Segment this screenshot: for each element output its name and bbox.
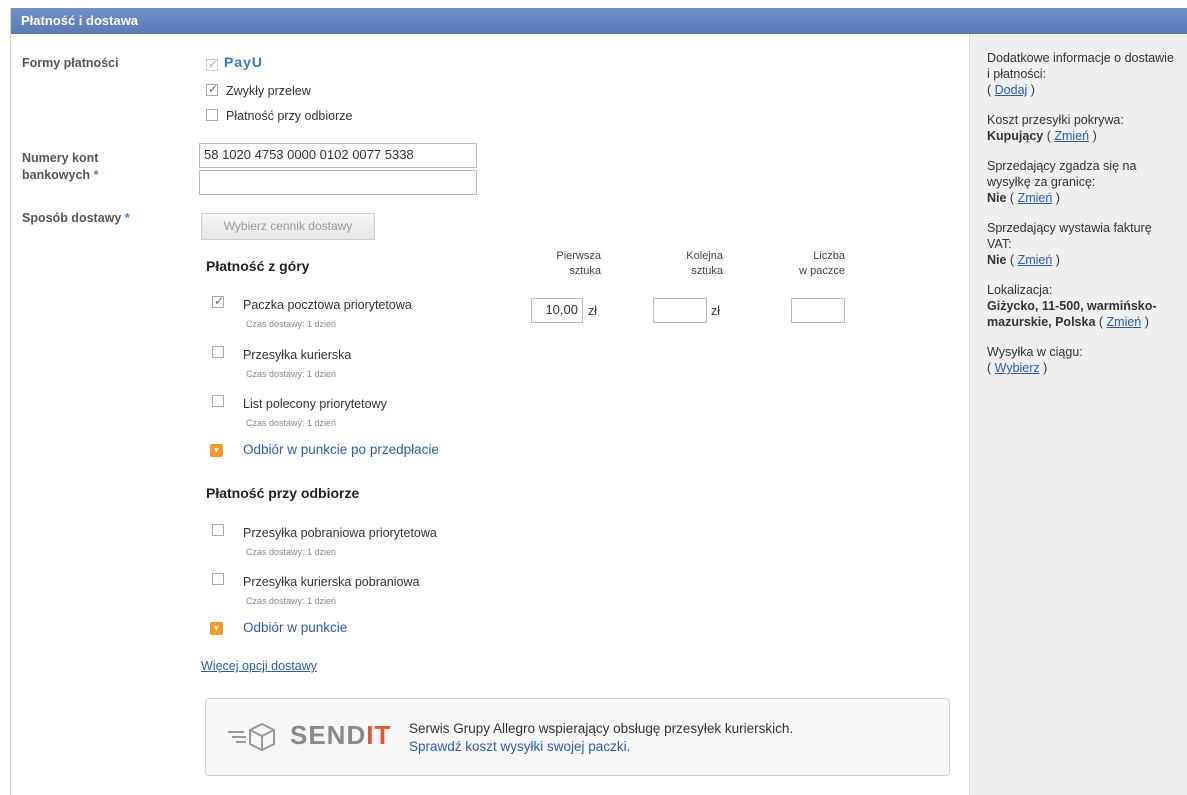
cod-courier-label: Przesyłka kurierska pobraniowa — [243, 575, 420, 589]
change-cost-link[interactable]: Zmień — [1054, 129, 1089, 143]
abroad-label: Sprzedający zgadza się na wysyłkę za gra… — [987, 159, 1137, 189]
cost-value: Kupujący — [987, 129, 1044, 143]
priority-parcel-time: Czas dostawy: 1 dzień — [246, 319, 337, 329]
bank-transfer-checkbox[interactable] — [206, 82, 218, 96]
payu-checkbox — [206, 57, 218, 71]
abroad-value: Nie — [987, 191, 1007, 205]
required-star: * — [124, 211, 130, 225]
bank-account-input-2[interactable] — [199, 170, 477, 195]
more-delivery-options-link[interactable]: Więcej opcji dostawy — [201, 659, 317, 673]
cod-priority-label: Przesyłka pobraniowa priorytetowa — [243, 526, 437, 540]
payu-logo: PayU — [224, 54, 264, 70]
delivery-method-label-text: Sposób dostawy — [22, 211, 122, 225]
col-first-item: Pierwsza sztuka — [531, 249, 601, 279]
payment-forms-label: Formy płatności — [22, 56, 119, 70]
expand-arrow-icon[interactable]: ▾ — [210, 622, 223, 635]
registered-letter-checkbox[interactable] — [212, 395, 224, 407]
sendit-logo: SENDIT — [290, 720, 392, 750]
location-label: Lokalizacja: — [987, 283, 1053, 297]
priority-parcel-checkbox[interactable] — [212, 294, 224, 308]
cash-on-delivery-label: Płatność przy odbiorze — [226, 109, 353, 123]
next-item-currency: zł — [711, 304, 721, 318]
extra-info-label: Dodatkowe informacje o dostawie i płatno… — [987, 51, 1174, 81]
registered-letter-time: Czas dostawy: 1 dzień — [246, 418, 337, 428]
col-next-item-l1: Kolejna — [686, 250, 723, 262]
choose-price-list-button[interactable]: Wybierz cennik dostawy — [201, 213, 375, 240]
col-first-item-l1: Pierwsza — [556, 250, 601, 262]
cod-courier-time: Czas dostawy: 1 dzień — [246, 596, 337, 606]
payment-delivery-panel: Płatność i dostawa Formy płatności PayU … — [10, 8, 1187, 795]
location-block: Lokalizacja: Giżycko, 11-500, warmińsko-… — [987, 282, 1178, 330]
cod-priority-checkbox[interactable] — [212, 524, 224, 536]
cod-section-heading: Płatność przy odbiorze — [206, 485, 360, 501]
bank-transfer-label: Zwykły przelew — [226, 84, 311, 98]
extra-info-block: Dodatkowe informacje o dostawie i płatno… — [987, 50, 1178, 98]
cod-pickup-link[interactable]: Odbiór w punkcie — [243, 620, 347, 635]
change-location-link[interactable]: Zmień — [1107, 315, 1142, 329]
bank-accounts-label: Numery kont bankowych * — [22, 150, 98, 184]
col-package-count-l2: w paczce — [799, 265, 845, 277]
col-package-count-l1: Liczba — [813, 250, 845, 262]
change-vat-link[interactable]: Zmień — [1018, 253, 1053, 267]
prepaid-section-heading: Płatność z góry — [206, 258, 310, 274]
package-count-input[interactable] — [791, 298, 845, 323]
prepaid-pickup-link[interactable]: Odbiór w punkcie po przedpłacie — [243, 442, 439, 457]
courier-label: Przesyłka kurierska — [243, 348, 352, 362]
col-package-count: Liczba w paczce — [775, 249, 845, 279]
bank-accounts-label-line2: bankowych — [22, 168, 91, 182]
sendit-description: Serwis Grupy Allegro wspierający obsługę… — [409, 721, 794, 736]
shipping-time-label: Wysyłka w ciągu: — [987, 345, 1083, 359]
bank-accounts-label-line1: Numery kont — [22, 151, 99, 165]
choose-shipping-time-link[interactable]: Wybierz — [995, 361, 1040, 375]
sendit-cost-link[interactable]: Sprawdź koszt wysyłki swojej paczki. — [409, 739, 630, 754]
cod-priority-time: Czas dostawy: 1 dzień — [246, 547, 337, 557]
courier-time: Czas dostawy: 1 dzień — [246, 369, 337, 379]
sendit-banner: SENDIT Serwis Grupy Allegro wspierający … — [205, 698, 950, 776]
next-item-price-input[interactable] — [653, 298, 707, 323]
col-first-item-l2: sztuka — [569, 265, 601, 277]
delivery-method-label: Sposób dostawy * — [22, 211, 130, 225]
delivery-info-sidebar: Dodatkowe informacje o dostawie i płatno… — [969, 34, 1187, 795]
cash-on-delivery-checkbox[interactable] — [206, 109, 218, 121]
cost-label: Koszt przesyłki pokrywa: — [987, 113, 1124, 127]
bank-account-input-1[interactable]: 58 1020 4753 0000 0102 0077 5338 — [199, 143, 477, 168]
expand-arrow-icon[interactable]: ▾ — [210, 444, 223, 457]
vat-value: Nie — [987, 253, 1007, 267]
cost-block: Koszt przesyłki pokrywa: Kupujący ( Zmie… — [987, 112, 1178, 144]
panel-header: Płatność i dostawa — [11, 8, 1187, 34]
cod-courier-checkbox[interactable] — [212, 573, 224, 585]
required-star: * — [93, 168, 99, 182]
shipping-time-block: Wysyłka w ciągu: ( Wybierz ) — [987, 344, 1178, 376]
vat-block: Sprzedający wystawia fakturę VAT: Nie ( … — [987, 220, 1178, 268]
registered-letter-label: List polecony priorytetowy — [243, 397, 387, 411]
add-info-link[interactable]: Dodaj — [995, 83, 1028, 97]
col-next-item: Kolejna sztuka — [653, 249, 723, 279]
first-item-price-input[interactable]: 10,00 — [531, 298, 583, 323]
courier-checkbox[interactable] — [212, 346, 224, 358]
change-abroad-link[interactable]: Zmień — [1018, 191, 1053, 205]
abroad-block: Sprzedający zgadza się na wysyłkę za gra… — [987, 158, 1178, 206]
sendit-box-icon — [228, 722, 275, 752]
vat-label: Sprzedający wystawia fakturę VAT: — [987, 221, 1152, 251]
first-item-currency: zł — [588, 304, 598, 318]
priority-parcel-label: Paczka pocztowa priorytetowa — [243, 298, 412, 312]
col-next-item-l2: sztuka — [691, 265, 723, 277]
